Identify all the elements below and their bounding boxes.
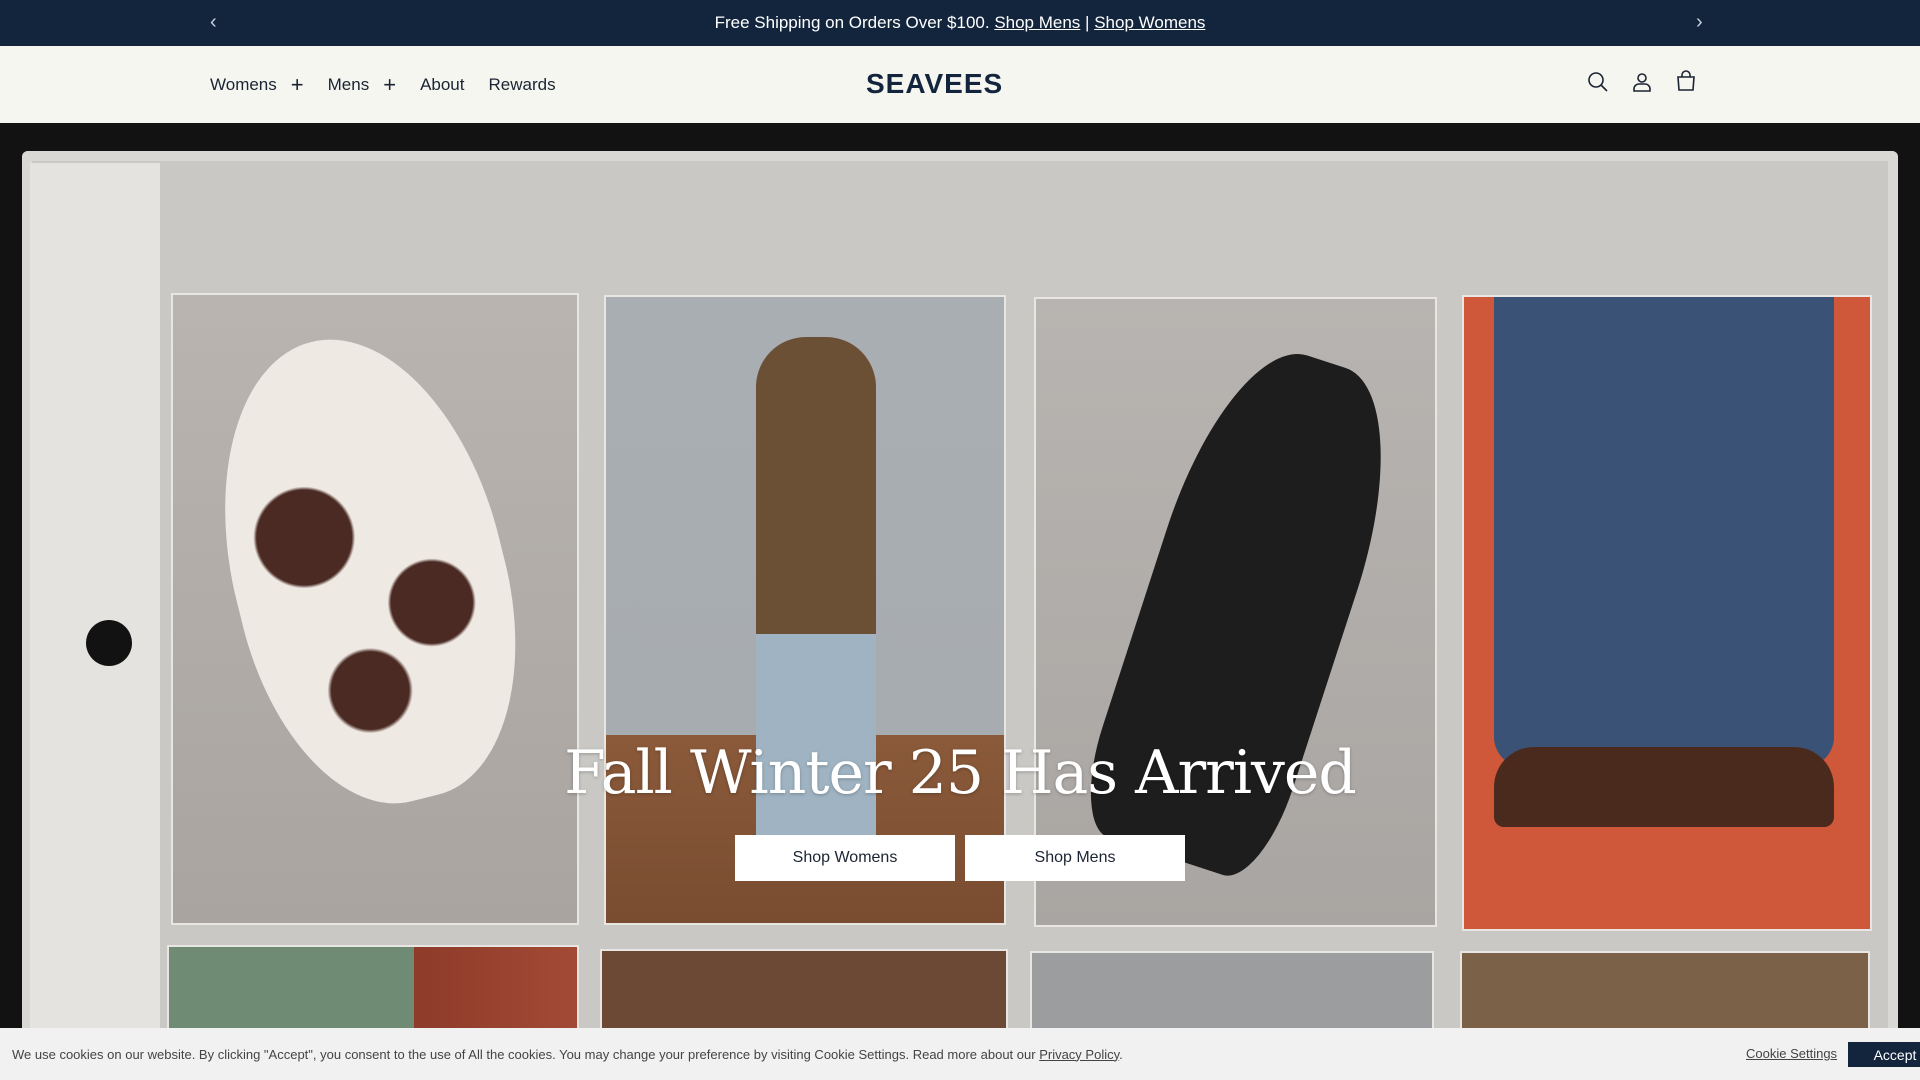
expand-plus-icon[interactable]: +	[291, 74, 304, 96]
seavees-logo[interactable]: SEAVEES	[866, 65, 1054, 101]
jeans-shape	[1494, 297, 1834, 767]
hero-image-cow-print-clog	[171, 293, 579, 925]
cookie-settings-link[interactable]: Cookie Settings	[1746, 1046, 1837, 1061]
nav-label: About	[420, 74, 465, 94]
nav-label: Womens	[210, 74, 277, 94]
nav-item-rewards[interactable]: Rewards	[489, 75, 556, 95]
logo-text: SEAVEES	[866, 68, 1003, 99]
accept-cookies-button[interactable]: Accept	[1848, 1042, 1920, 1067]
hero-image-black-clog	[1034, 297, 1437, 927]
cookie-text: We use cookies on our website. By clicki…	[12, 1046, 1036, 1062]
prev-announcement-button[interactable]: ‹	[210, 12, 217, 32]
cookie-banner: We use cookies on our website. By clicki…	[0, 1028, 1920, 1080]
account-icon[interactable]	[1630, 70, 1654, 94]
site-header: Womens + Mens + About Rewards SEAVEES	[0, 46, 1920, 123]
collage-left-strip	[30, 163, 160, 1080]
shop-mens-button[interactable]: Shop Mens	[965, 835, 1185, 881]
hero-image-woman-coat	[604, 295, 1006, 925]
cookie-message: We use cookies on our website. By clicki…	[12, 1047, 1123, 1062]
main-nav: Womens + Mens + About Rewards	[210, 46, 580, 123]
hero-buttons: Shop Womens Shop Mens	[735, 835, 1185, 881]
announcement-text: Free Shipping on Orders Over $100.	[714, 13, 990, 32]
nav-label: Mens	[327, 74, 370, 94]
hero-image-boots-jeans	[1462, 295, 1872, 931]
expand-plus-icon[interactable]: +	[383, 74, 396, 96]
hero-title: Fall Winter 25 Has Arrived	[564, 738, 1357, 808]
nav-item-mens[interactable]: Mens +	[327, 74, 396, 96]
nav-item-about[interactable]: About	[420, 75, 464, 95]
shop-mens-link[interactable]: Shop Mens	[994, 13, 1080, 33]
cookie-period: .	[1119, 1046, 1123, 1062]
shop-womens-link[interactable]: Shop Womens	[1094, 13, 1205, 33]
cart-icon[interactable]	[1674, 70, 1698, 94]
announcement-bar: ‹ Free Shipping on Orders Over $100. Sho…	[0, 0, 1920, 46]
header-icons	[1586, 70, 1698, 94]
next-announcement-button[interactable]: ›	[1696, 12, 1703, 32]
collage-punch-hole	[86, 620, 132, 666]
announcement-separator: |	[1085, 13, 1090, 32]
nav-item-womens[interactable]: Womens +	[210, 74, 304, 96]
shop-womens-button[interactable]: Shop Womens	[735, 835, 955, 881]
nav-label: Rewards	[488, 74, 556, 94]
search-icon[interactable]	[1586, 70, 1610, 94]
hero-banner: Fall Winter 25 Has Arrived Shop Womens S…	[0, 123, 1920, 1080]
privacy-policy-link[interactable]: Privacy Policy	[1039, 1047, 1119, 1062]
